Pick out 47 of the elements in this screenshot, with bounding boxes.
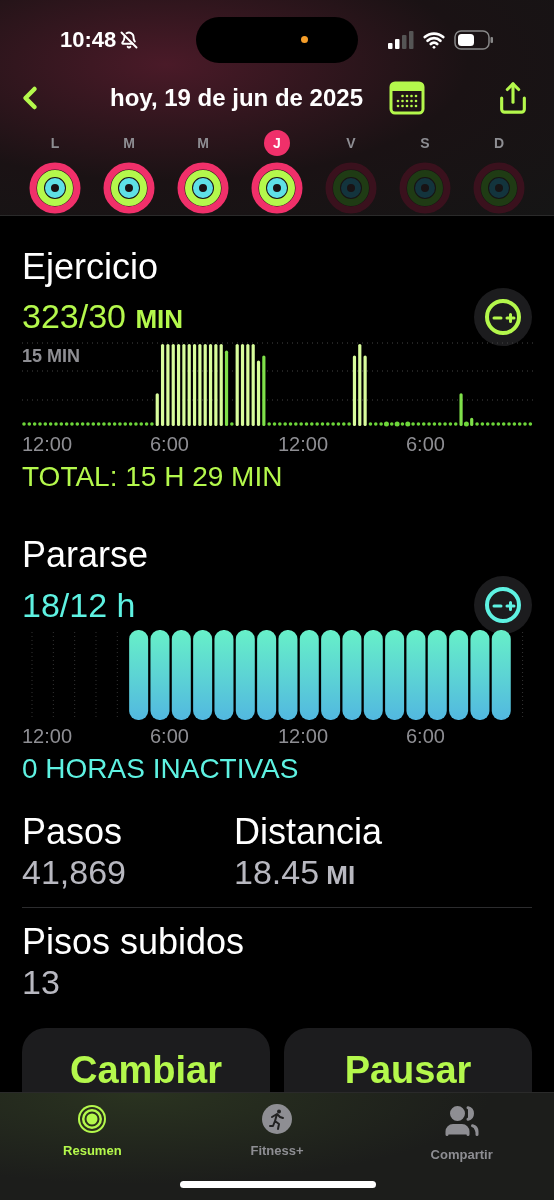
stat-value: 13 [22,962,61,1002]
weekday-label[interactable]: M [116,130,142,156]
exercise-value: 323/30 MIN [22,295,184,337]
axis-label: 6:00 [406,724,446,748]
axis-label: 6:00 [150,432,190,456]
section-title: Pararse [22,534,150,576]
minus-plus-ring-icon [483,297,523,337]
exercise-bar [459,393,463,426]
action-button[interactable]: Cambiar [22,1028,270,1092]
exercise-total: TOTAL: 15 H 29 MIN [22,460,284,494]
runner-icon [261,1103,293,1135]
stat-label: Distancia [234,812,383,852]
tab-item[interactable]: Compartir [369,1093,554,1200]
rings-icon [76,1103,109,1135]
weekday-label[interactable]: V [338,130,364,156]
minus-plus-ring-icon [483,585,523,625]
tab-item[interactable]: Resumen [0,1093,185,1200]
adjust-goal-button[interactable] [474,288,532,346]
scale-label: 15 MIN [22,346,81,366]
weekday-label[interactable]: M [190,130,216,156]
stat-label: Pasos [22,812,124,852]
weekday-label[interactable]: J [264,130,290,156]
weekday-label[interactable]: D [486,130,512,156]
weekday-label[interactable]: L [42,130,68,156]
action-button[interactable]: Pausar [284,1028,532,1092]
inactive-hours: 0 HORAS INACTIVAS [22,752,300,786]
axis-label: 6:00 [150,724,190,748]
section-title: Ejercicio [22,246,160,288]
bell-off-icon [120,30,139,49]
stand-value: 18/12 h [22,585,136,625]
calendar-button[interactable] [389,80,425,115]
weekday-label[interactable]: S [412,130,438,156]
clock-time: 10:48 [60,26,117,54]
date-title: hoy, 19 de jun de 2025 [110,82,363,113]
axis-label: 12:00 [22,724,74,748]
axis-label: 12:00 [278,432,330,456]
stat-value: 18.45 MI [234,852,357,893]
stat-label: Pisos subidos [22,922,246,962]
stat-value: 41,869 [22,852,127,892]
people-icon [443,1103,480,1139]
battery-icon [454,29,494,50]
axis-label: 12:00 [22,432,74,456]
signal-icon [388,30,414,49]
exercise-bar [470,417,474,426]
axis-label: 12:00 [278,724,330,748]
exercise-bar [155,393,159,426]
axis-label: 6:00 [406,432,446,456]
